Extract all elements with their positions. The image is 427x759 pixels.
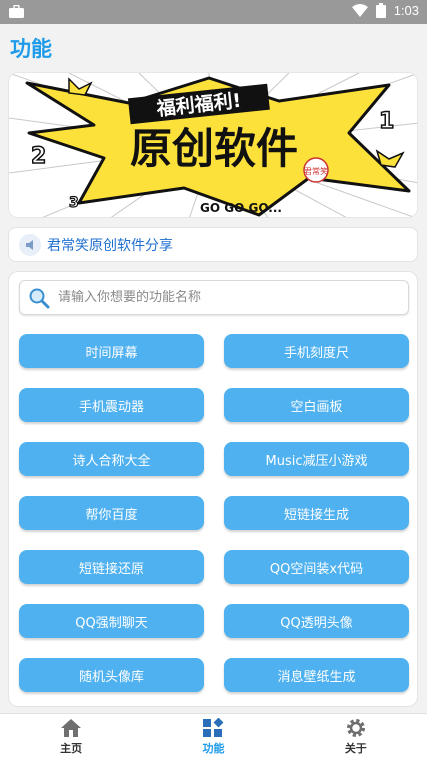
status-bar: 1:03 xyxy=(0,0,427,24)
function-button-qq-force-chat[interactable]: QQ强制聊天 xyxy=(19,604,204,638)
function-button-message-wallpaper[interactable]: 消息壁纸生成 xyxy=(224,658,409,692)
function-button-random-avatar[interactable]: 随机头像库 xyxy=(19,658,204,692)
banner-image[interactable]: 福利福利! 原创软件 GO GO GO... 君常笑 1 2 3 xyxy=(8,72,418,218)
status-time: 1:03 xyxy=(393,3,419,18)
briefcase-icon xyxy=(9,5,24,18)
gear-icon xyxy=(346,718,365,737)
function-button-poet-names[interactable]: 诗人合称大全 xyxy=(19,442,204,476)
apps-icon xyxy=(203,717,224,737)
function-button-short-link-generate[interactable]: 短链接生成 xyxy=(224,496,409,530)
notice-bar[interactable]: 君常笑原创软件分享 xyxy=(8,227,418,262)
notice-text: 君常笑原创软件分享 xyxy=(47,237,173,254)
nav-label-functions: 功能 xyxy=(202,741,225,755)
functions-panel: 时间屏幕 手机刻度尺 手机震动器 空白画板 诗人合称大全 Music减压小游戏 … xyxy=(8,271,418,707)
function-button-qq-transparent-avatar[interactable]: QQ透明头像 xyxy=(224,604,409,638)
function-button-blank-canvas[interactable]: 空白画板 xyxy=(224,388,409,422)
banner-number-1: 1 xyxy=(379,109,394,134)
banner-number-3: 3 xyxy=(69,195,79,211)
function-grid: 时间屏幕 手机刻度尺 手机震动器 空白画板 诗人合称大全 Music减压小游戏 … xyxy=(19,334,409,692)
banner-number-2: 2 xyxy=(31,144,46,169)
banner-illustration: 福利福利! 原创软件 GO GO GO... 君常笑 1 2 3 xyxy=(9,73,417,217)
wifi-icon xyxy=(351,4,368,17)
function-button-phone-vibrator[interactable]: 手机震动器 xyxy=(19,388,204,422)
nav-label-about: 关于 xyxy=(344,741,367,755)
home-icon xyxy=(61,718,82,737)
nav-item-about[interactable]: 关于 xyxy=(285,714,427,759)
banner-stamp: 君常笑 xyxy=(304,166,328,176)
speaker-icon xyxy=(19,233,41,256)
nav-label-home: 主页 xyxy=(60,741,83,755)
page-title: 功能 xyxy=(10,37,52,61)
search-input[interactable] xyxy=(58,290,378,305)
function-button-time-screen[interactable]: 时间屏幕 xyxy=(19,334,204,368)
function-button-music-game[interactable]: Music减压小游戏 xyxy=(224,442,409,476)
nav-item-home[interactable]: 主页 xyxy=(0,714,142,759)
function-button-qzone-code[interactable]: QQ空间装x代码 xyxy=(224,550,409,584)
search-box[interactable] xyxy=(19,280,409,315)
function-button-short-link-restore[interactable]: 短链接还原 xyxy=(19,550,204,584)
bottom-nav: 主页 功能 关于 xyxy=(0,713,427,759)
battery-icon xyxy=(375,3,386,18)
function-button-phone-ruler[interactable]: 手机刻度尺 xyxy=(224,334,409,368)
search-icon xyxy=(29,288,50,308)
function-button-baidu-for-you[interactable]: 帮你百度 xyxy=(19,496,204,530)
banner-main-text: 原创软件 xyxy=(130,124,298,173)
nav-item-functions[interactable]: 功能 xyxy=(142,714,284,759)
banner-bottom-text: GO GO GO... xyxy=(200,201,282,215)
